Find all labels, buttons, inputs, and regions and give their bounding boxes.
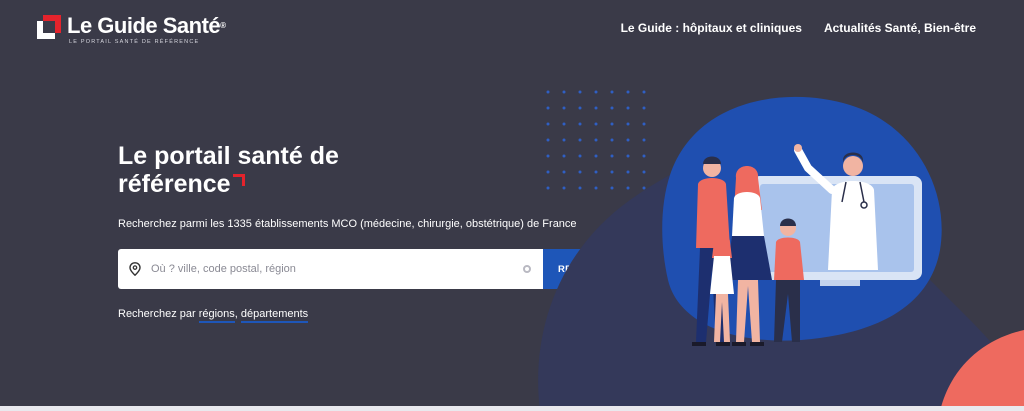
site-header: Le Guide Santé® LE PORTAIL SANTÉ DE RÉFÉ… bbox=[0, 0, 1024, 60]
browse-by: Recherchez par régions, départements bbox=[118, 308, 309, 323]
dot-grid-decoration bbox=[546, 90, 646, 190]
page-divider bbox=[0, 406, 1024, 411]
logo-mark-icon bbox=[37, 15, 61, 39]
site-logo[interactable]: Le Guide Santé® LE PORTAIL SANTÉ DE RÉFÉ… bbox=[37, 14, 226, 45]
main-nav: Le Guide : hôpitaux et cliniques Actuali… bbox=[621, 21, 976, 35]
departments-link[interactable]: départements bbox=[240, 308, 309, 323]
search-field bbox=[118, 249, 543, 289]
location-search-input[interactable] bbox=[151, 249, 523, 289]
regions-link[interactable]: régions bbox=[198, 308, 235, 323]
logo-name: Le Guide Santé® bbox=[67, 13, 226, 38]
hero-title: Le portail santé de référence bbox=[118, 142, 339, 198]
title-accent-icon bbox=[232, 174, 245, 186]
location-pin-icon bbox=[129, 262, 141, 276]
nav-guide-link[interactable]: Le Guide : hôpitaux et cliniques bbox=[621, 21, 802, 35]
hero-illustration bbox=[538, 90, 1024, 411]
nav-news-link[interactable]: Actualités Santé, Bien-être bbox=[824, 21, 976, 35]
hero-subtitle: Recherchez parmi les 1335 établissements… bbox=[118, 218, 577, 230]
logo-tagline: LE PORTAIL SANTÉ DE RÉFÉRENCE bbox=[69, 39, 200, 45]
